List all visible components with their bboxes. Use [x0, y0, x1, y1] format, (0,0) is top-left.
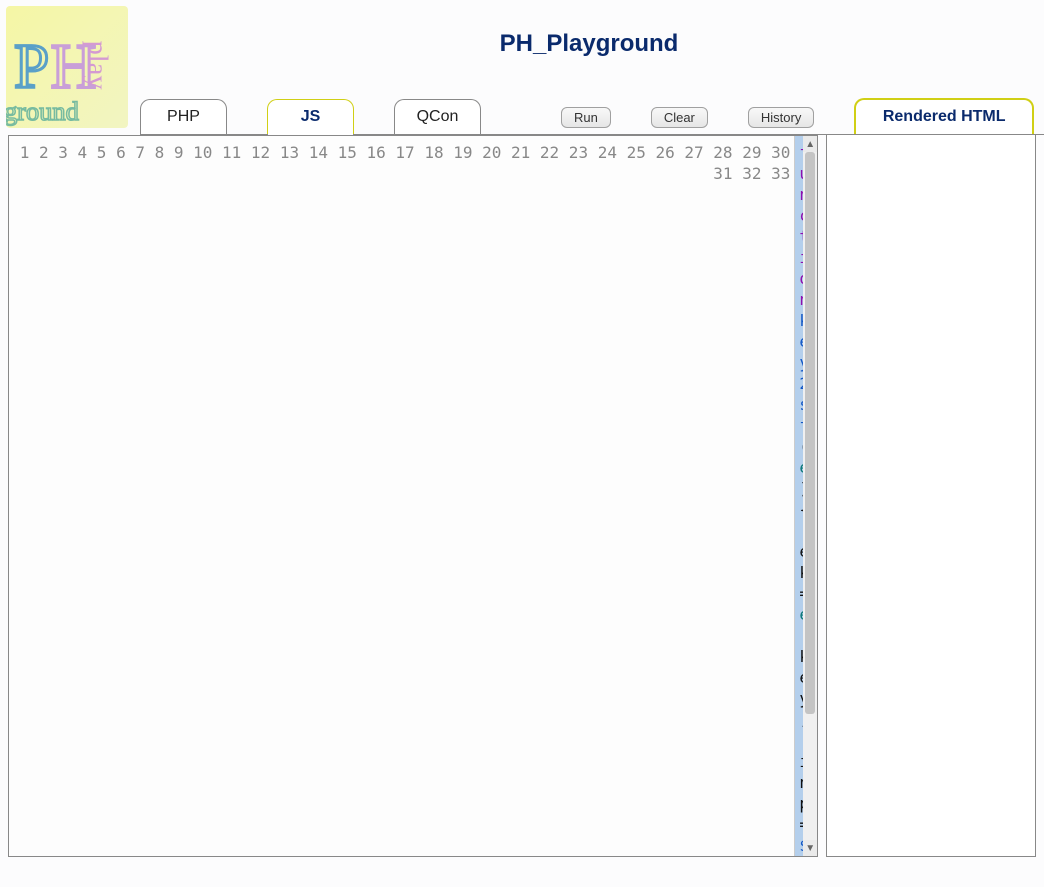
logo: P H play ground [6, 6, 128, 128]
tab-rendered-html[interactable]: Rendered HTML [854, 98, 1034, 134]
history-button[interactable]: History [748, 107, 814, 128]
svg-text:P: P [14, 31, 49, 101]
editor-scrollbar[interactable]: ▲ ▼ [803, 136, 817, 856]
run-button[interactable]: Run [561, 107, 611, 128]
scroll-up-icon[interactable]: ▲ [803, 136, 817, 152]
clear-button[interactable]: Clear [651, 107, 708, 128]
tab-js[interactable]: JS [267, 99, 354, 134]
line-gutter: 1 2 3 4 5 6 7 8 9 10 11 12 13 14 15 16 1… [9, 136, 795, 856]
tab-php[interactable]: PHP [140, 99, 227, 134]
scroll-down-icon[interactable]: ▼ [803, 840, 817, 856]
code-editor[interactable]: 1 2 3 4 5 6 7 8 9 10 11 12 13 14 15 16 1… [8, 135, 818, 857]
scroll-thumb[interactable] [805, 152, 815, 714]
tab-qcon[interactable]: QCon [394, 99, 481, 134]
code-area[interactable]: function key2sf (e) { ek = e.key; inp = … [795, 136, 803, 856]
rendered-html-panel [826, 135, 1036, 857]
page-title: PH_Playground [134, 30, 1044, 58]
svg-text:play: play [81, 41, 112, 91]
svg-text:ground: ground [6, 96, 79, 126]
tab-bar: PHP JS QCon Run Clear History Rendered H… [140, 98, 1044, 135]
